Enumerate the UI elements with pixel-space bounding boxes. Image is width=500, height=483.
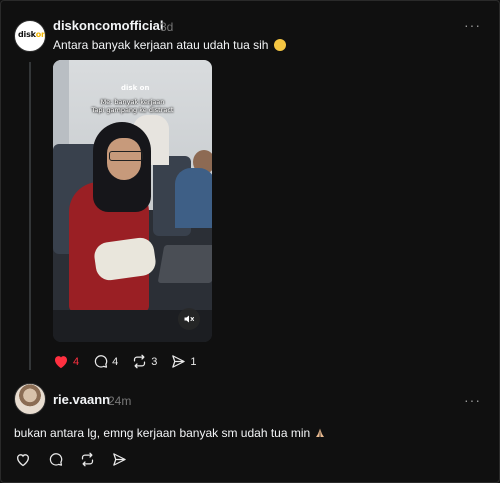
- share-button[interactable]: [112, 452, 127, 467]
- post-video[interactable]: disk on Me: banyak kerjaan Tapi gampang …: [53, 60, 212, 342]
- heart-filled-icon: [55, 356, 67, 369]
- caption-line: Me: banyak kerjaan: [100, 98, 165, 106]
- post-time: 3d: [160, 20, 174, 34]
- more-options-button[interactable]: ···: [464, 392, 481, 408]
- folded-hands-icon: [315, 428, 324, 437]
- heart-icon: [16, 454, 30, 467]
- username[interactable]: diskoncomofficial: [53, 18, 164, 33]
- video-person: [109, 151, 143, 161]
- repost-icon: [134, 354, 146, 369]
- more-options-button[interactable]: ···: [464, 17, 481, 33]
- like-count: 4: [73, 355, 80, 368]
- reply-text: bukan antara lg, emng kerjaan banyak sm …: [14, 426, 326, 440]
- like-button[interactable]: [15, 452, 31, 467]
- reply-text-content: bukan antara lg, emng kerjaan banyak sm …: [14, 426, 311, 440]
- like-button[interactable]: 4: [53, 354, 79, 369]
- avatar[interactable]: diskon: [14, 20, 46, 52]
- brand-logo: diskon: [18, 30, 46, 39]
- video-person: [175, 168, 212, 228]
- repost-count: 3: [151, 355, 158, 368]
- reply-time: 24m: [108, 394, 132, 408]
- video-watermark: disk on: [121, 84, 150, 92]
- post-text-content: Antara banyak kerjaan atau udah tua sih: [53, 38, 269, 52]
- send-icon: [113, 453, 126, 466]
- post-actions: 4 4 3 1: [53, 354, 211, 369]
- repost-button[interactable]: [80, 452, 95, 467]
- video-caption: Me: banyak kerjaan Tapi gampang ke distr…: [83, 98, 182, 114]
- mute-toggle-button[interactable]: [178, 308, 200, 330]
- comment-icon: [49, 453, 63, 466]
- send-icon: [172, 355, 186, 368]
- reply-count: 4: [112, 355, 119, 368]
- reply-username[interactable]: rie.vaann: [53, 392, 110, 407]
- share-count: 1: [190, 355, 197, 368]
- reply-button[interactable]: [48, 452, 63, 467]
- comment-icon: [94, 355, 108, 368]
- repost-icon: [81, 452, 94, 467]
- repost-button[interactable]: 3: [132, 354, 157, 369]
- share-button[interactable]: 1: [171, 354, 197, 369]
- post-text: Antara banyak kerjaan atau udah tua sih: [53, 38, 286, 52]
- avatar[interactable]: [14, 383, 46, 415]
- reply-button[interactable]: 4: [93, 354, 118, 369]
- video-laptop: [157, 245, 212, 283]
- caption-line: Tapi gampang ke distract: [91, 106, 174, 114]
- reply-actions: [15, 452, 144, 467]
- thread-line: [29, 62, 31, 370]
- speaker-muted-icon: [184, 315, 194, 323]
- smiling-face-with-tear-icon: [273, 39, 286, 51]
